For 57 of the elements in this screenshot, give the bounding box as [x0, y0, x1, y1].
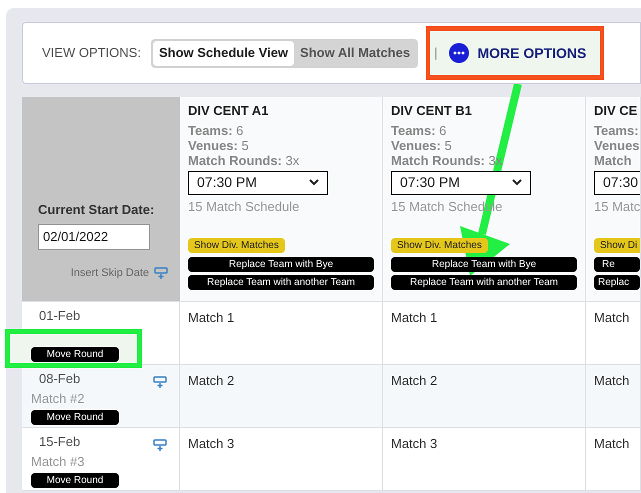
- schedule-count: 15 Match Schedule: [188, 198, 300, 216]
- division-name: DIV CE: [594, 102, 638, 120]
- more-icon: [449, 43, 470, 63]
- replace-team-button[interactable]: Replac: [594, 275, 640, 290]
- chevron-down-icon: [309, 179, 319, 186]
- view-tab[interactable]: Show All Matches: [294, 40, 416, 66]
- division-stat: Teams: 6: [188, 122, 244, 138]
- division-name: DIV CENT A1: [188, 102, 270, 120]
- round-match-label: Match #2: [31, 390, 86, 408]
- replace-bye-button[interactable]: Re: [594, 257, 640, 272]
- round-match-label: Match #3: [31, 452, 86, 470]
- move-round-button[interactable]: Move Round: [31, 346, 119, 362]
- time-select[interactable]: 07:30 PM: [391, 170, 531, 194]
- move-round-button[interactable]: Move Round: [31, 473, 119, 488]
- match-cell: Match: [594, 310, 630, 325]
- chevron-down-icon: [512, 179, 522, 186]
- insert-row-icon[interactable]: [154, 266, 168, 280]
- match-cell: Match: [594, 373, 630, 388]
- insert-row-icon[interactable]: [153, 375, 167, 389]
- division-stat: Teams: 6: [391, 122, 448, 138]
- move-round-button[interactable]: Move Round: [31, 410, 119, 425]
- round-date: 01-Feb: [38, 307, 82, 325]
- replace-team-button[interactable]: Replace Team with another Team: [391, 275, 577, 290]
- match-cell: Match 1: [188, 310, 234, 325]
- division-stat: Match Rounds: 3x: [188, 152, 300, 168]
- match-cell: Match 1: [391, 310, 438, 325]
- replace-bye-button[interactable]: Replace Team with Bye: [188, 257, 374, 272]
- match-cell: Match 3: [391, 436, 438, 451]
- more-options-button[interactable]: MORE OPTIONS: [449, 42, 586, 64]
- match-cell: Match 2: [391, 373, 438, 388]
- show-matches-button[interactable]: Show Di: [594, 238, 640, 253]
- view-tab[interactable]: Show Schedule View: [152, 40, 294, 66]
- division-stat: Venues: 5: [188, 138, 250, 152]
- time-select[interactable]: 07:30: [594, 170, 640, 194]
- match-cell: Match 3: [188, 436, 234, 451]
- division-stat: Venues: 5: [391, 138, 453, 152]
- division-stat: Venues: [594, 138, 640, 152]
- start-date-field[interactable]: 02/01/2022: [38, 224, 150, 250]
- insert-row-icon[interactable]: [153, 438, 167, 452]
- match-cell: Match: [594, 436, 630, 451]
- division-stat: Match: [594, 152, 633, 168]
- division-stat: Match Rounds: 3x: [391, 152, 504, 168]
- show-matches-button[interactable]: Show Div. Matches: [391, 238, 488, 253]
- time-select[interactable]: 07:30 PM: [188, 170, 328, 194]
- replace-team-button[interactable]: Replace Team with another Team: [188, 275, 374, 290]
- insert-skip-label: Insert Skip Date: [70, 266, 149, 280]
- view-options-label: VIEW OPTIONS:: [42, 44, 141, 62]
- round-date: 08-Feb: [38, 370, 82, 388]
- replace-bye-button[interactable]: Replace Team with Bye: [391, 257, 577, 272]
- round-date: 15-Feb: [38, 433, 82, 451]
- division-name: DIV CENT B1: [391, 102, 473, 120]
- division-stat: Teams:: [594, 122, 640, 138]
- match-cell: Match 2: [188, 373, 234, 388]
- start-date-label: Current Start Date:: [38, 201, 156, 219]
- show-matches-button[interactable]: Show Div. Matches: [188, 238, 285, 253]
- schedule-count: 15 Matc: [594, 198, 640, 216]
- separator: |: [434, 44, 438, 62]
